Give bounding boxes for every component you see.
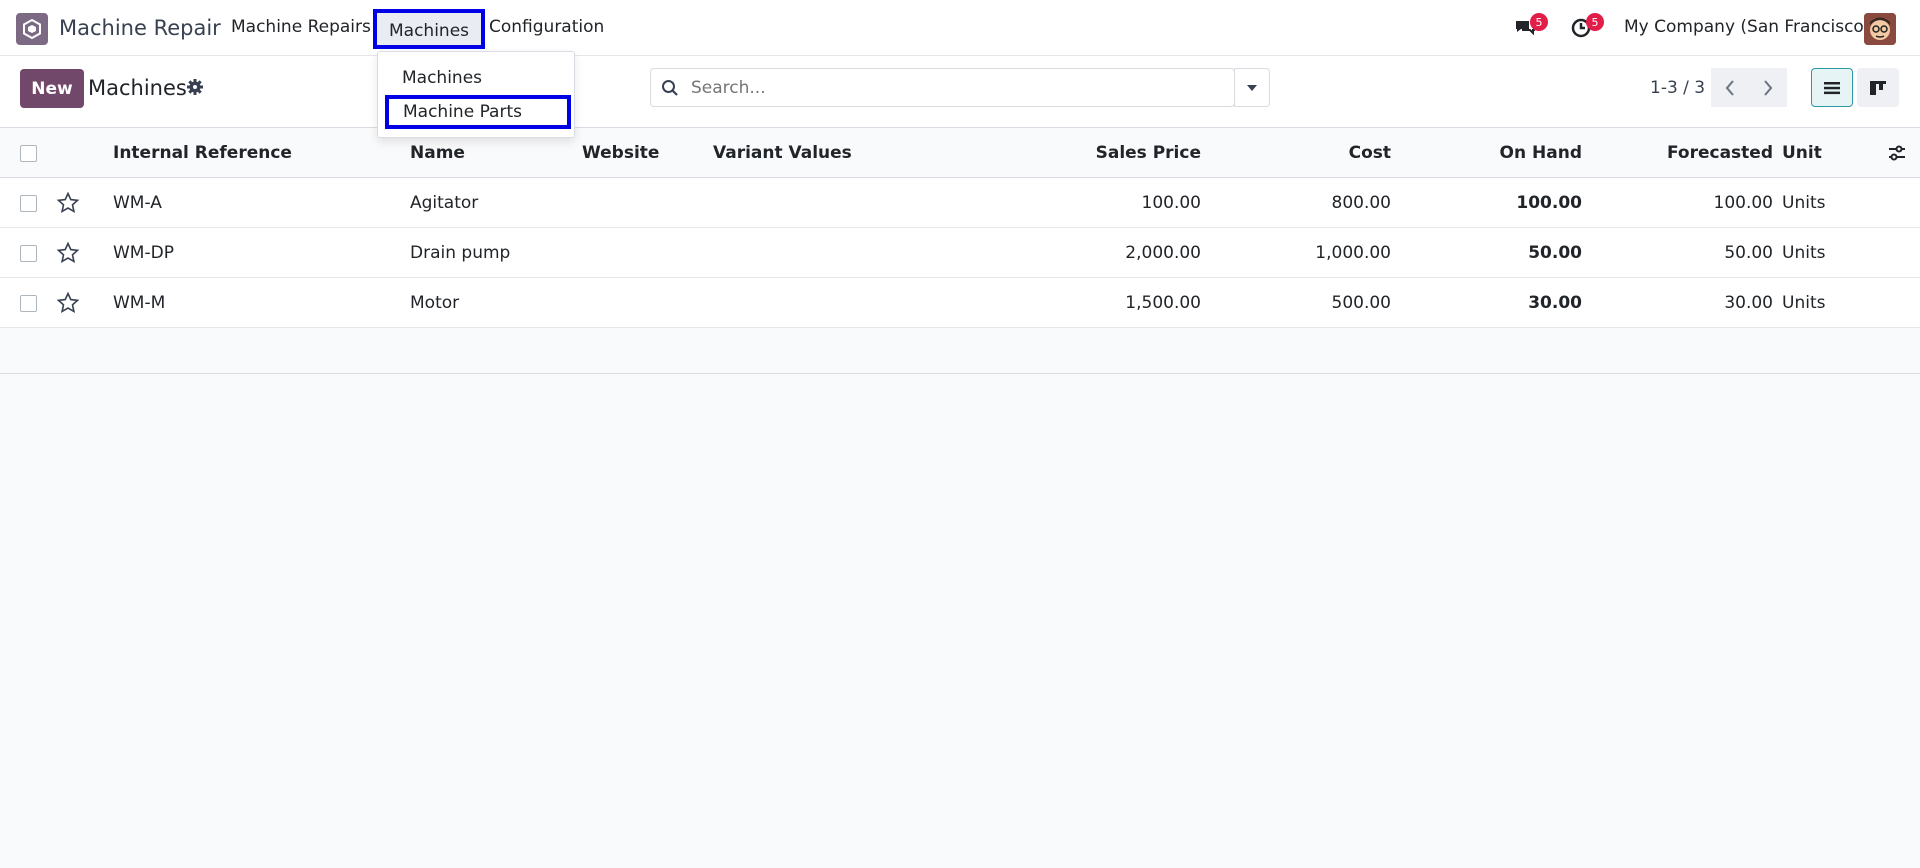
- caret-down-icon: [1247, 84, 1257, 91]
- table-row[interactable]: WM-A Agitator 100.00 800.00 100.00 100.0…: [0, 178, 1920, 228]
- star-icon[interactable]: [56, 241, 80, 270]
- cell-cost: 1,000.00: [1315, 243, 1391, 263]
- column-settings-icon[interactable]: [1888, 144, 1906, 167]
- table-row[interactable]: WM-M Motor 1,500.00 500.00 30.00 30.00 U…: [0, 278, 1920, 328]
- chevron-left-icon: [1725, 79, 1734, 96]
- cell-unit: Units: [1782, 293, 1826, 313]
- messages-button[interactable]: 5: [1514, 13, 1548, 44]
- column-header-on-hand[interactable]: On Hand: [1500, 143, 1582, 163]
- cell-sales-price: 100.00: [1141, 193, 1201, 213]
- pager-next-button[interactable]: [1749, 68, 1787, 107]
- messages-badge: 5: [1530, 13, 1548, 31]
- column-header-internal-reference[interactable]: Internal Reference: [113, 143, 292, 163]
- company-switcher[interactable]: My Company (San Francisco): [1624, 17, 1870, 37]
- cell-unit: Units: [1782, 193, 1826, 213]
- app-logo-icon[interactable]: [16, 13, 48, 45]
- cell-name: Drain pump: [410, 243, 511, 263]
- row-checkbox[interactable]: [20, 195, 37, 212]
- top-navbar: Machine Repair Machine Repairs Machines …: [0, 0, 1920, 56]
- table-header-row: Internal Reference Name Website Variant …: [0, 128, 1920, 178]
- cell-on-hand: 30.00: [1528, 293, 1582, 313]
- column-header-variant-values[interactable]: Variant Values: [713, 143, 852, 163]
- cell-cost: 500.00: [1331, 293, 1391, 313]
- cell-cost: 800.00: [1331, 193, 1391, 213]
- kanban-view-button[interactable]: [1857, 68, 1899, 107]
- table-row[interactable]: WM-DP Drain pump 2,000.00 1,000.00 50.00…: [0, 228, 1920, 278]
- column-header-website[interactable]: Website: [582, 143, 659, 163]
- column-header-cost[interactable]: Cost: [1349, 143, 1391, 163]
- nav-item-machines[interactable]: Machines: [373, 9, 486, 49]
- cell-internal-reference: WM-M: [113, 293, 166, 313]
- chevron-right-icon: [1764, 79, 1773, 96]
- nav-item-configuration[interactable]: Configuration: [489, 17, 604, 37]
- select-all-checkbox[interactable]: [20, 145, 37, 162]
- activities-button[interactable]: 5: [1570, 13, 1604, 44]
- table-empty-row: [0, 328, 1920, 374]
- pager-previous-button[interactable]: [1711, 68, 1749, 107]
- cell-on-hand: 100.00: [1516, 193, 1582, 213]
- cell-forecasted: 100.00: [1713, 193, 1773, 213]
- column-header-sales-price[interactable]: Sales Price: [1096, 143, 1201, 163]
- cell-internal-reference: WM-DP: [113, 243, 174, 263]
- machines-dropdown-menu: Machines Machine Parts: [377, 51, 575, 138]
- row-checkbox[interactable]: [20, 245, 37, 262]
- search-options-toggle[interactable]: [1234, 68, 1270, 107]
- row-checkbox[interactable]: [20, 295, 37, 312]
- pager-value[interactable]: 1-3 / 3: [1650, 78, 1705, 98]
- cell-on-hand: 50.00: [1528, 243, 1582, 263]
- list-view-button[interactable]: [1811, 68, 1853, 107]
- column-header-forecasted[interactable]: Forecasted: [1667, 143, 1773, 163]
- dropdown-item-machine-parts[interactable]: Machine Parts: [385, 95, 571, 129]
- search-bar[interactable]: [650, 68, 1235, 107]
- new-button[interactable]: New: [20, 69, 84, 108]
- cell-sales-price: 1,500.00: [1125, 293, 1201, 313]
- page-title: Machines: [88, 76, 187, 100]
- dropdown-item-machines[interactable]: Machines: [402, 68, 482, 88]
- list-view-icon: [1824, 81, 1840, 94]
- cell-sales-price: 2,000.00: [1125, 243, 1201, 263]
- column-header-name[interactable]: Name: [410, 143, 465, 163]
- app-name[interactable]: Machine Repair: [59, 16, 221, 40]
- search-icon: [661, 79, 679, 102]
- activities-badge: 5: [1586, 13, 1604, 31]
- cell-internal-reference: WM-A: [113, 193, 162, 213]
- column-header-unit[interactable]: Unit: [1782, 143, 1822, 163]
- cell-forecasted: 50.00: [1724, 243, 1773, 263]
- nav-item-machine-repairs[interactable]: Machine Repairs: [231, 17, 371, 37]
- cell-name: Motor: [410, 293, 460, 313]
- kanban-view-icon: [1870, 80, 1886, 95]
- star-icon[interactable]: [56, 291, 80, 320]
- avatar[interactable]: [1864, 13, 1896, 45]
- cell-unit: Units: [1782, 243, 1826, 263]
- star-icon[interactable]: [56, 191, 80, 220]
- control-panel: New Machines 1-3 / 3: [0, 56, 1920, 128]
- gear-icon[interactable]: [186, 78, 204, 101]
- products-list-table: Internal Reference Name Website Variant …: [0, 128, 1920, 374]
- cell-name: Agitator: [410, 193, 479, 213]
- cell-forecasted: 30.00: [1724, 293, 1773, 313]
- search-input[interactable]: [691, 75, 1191, 101]
